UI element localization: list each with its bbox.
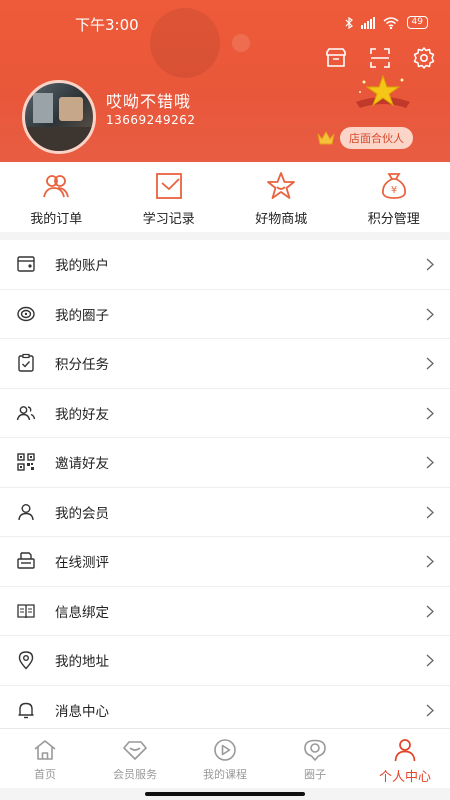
menu-item-friends[interactable]: 我的好友 xyxy=(0,389,450,438)
quick-orders[interactable]: 我的订单 xyxy=(0,162,113,232)
quick-study-record[interactable]: 学习记录 xyxy=(113,162,226,232)
menu-item-messages[interactable]: 消息中心 xyxy=(0,686,450,729)
chevron-right-icon xyxy=(426,654,434,667)
menu-label: 积分任务 xyxy=(55,357,109,374)
chevron-right-icon xyxy=(426,407,434,419)
printer-icon xyxy=(17,552,35,569)
points-icon: ¥ xyxy=(381,173,406,199)
crown-icon xyxy=(317,130,335,145)
signal-icon xyxy=(360,16,375,29)
menu-item-member[interactable]: 我的会员 xyxy=(0,488,450,537)
tab-label: 个人中心 xyxy=(378,770,431,785)
orders-icon xyxy=(43,175,70,198)
quick-actions: 我的订单 学习记录 好物商城 ¥ 积分管理 xyxy=(0,162,450,232)
play-icon xyxy=(214,739,236,761)
tab-label: 圈子 xyxy=(304,768,326,781)
status-icons: 49 xyxy=(345,16,428,29)
svg-text:¥: ¥ xyxy=(391,185,397,196)
member-icon xyxy=(18,503,34,520)
chevron-right-icon xyxy=(426,357,434,370)
bottom-tab-bar: 首页 会员服务 我的课程 圈子 个人中心 xyxy=(0,728,450,788)
friends-icon xyxy=(16,405,36,420)
tab-circle[interactable]: 圈子 xyxy=(270,729,360,788)
tab-home[interactable]: 首页 xyxy=(0,729,90,788)
tab-label: 会员服务 xyxy=(113,768,157,781)
clipboard-icon xyxy=(18,354,34,372)
diamond-icon xyxy=(123,741,147,760)
quick-points[interactable]: ¥ 积分管理 xyxy=(338,162,450,232)
settings-icon[interactable] xyxy=(412,46,436,70)
quick-mall[interactable]: 好物商城 xyxy=(225,162,338,232)
menu-list: 我的账户 我的圈子 积分任务 我的好友 邀请好友 我的会员 在线测评 信息绑定 xyxy=(0,240,450,728)
scan-icon[interactable] xyxy=(368,46,392,70)
chevron-right-icon xyxy=(426,506,434,518)
tab-member-service[interactable]: 会员服务 xyxy=(90,729,180,788)
star-badge-icon xyxy=(356,74,410,108)
qrcode-icon xyxy=(17,453,35,471)
chevron-right-icon xyxy=(426,308,434,320)
home-icon xyxy=(34,740,56,760)
menu-item-invite[interactable]: 邀请好友 xyxy=(0,438,450,488)
menu-label: 我的好友 xyxy=(55,406,109,423)
chevron-right-icon xyxy=(426,704,434,716)
menu-label: 我的会员 xyxy=(55,505,109,522)
quick-mall-label: 好物商城 xyxy=(255,212,308,227)
menu-item-circle[interactable]: 我的圈子 xyxy=(0,290,450,339)
menu-item-assessment[interactable]: 在线测评 xyxy=(0,537,450,587)
chevron-right-icon xyxy=(426,555,434,568)
partner-label: 店面合伙人 xyxy=(340,127,413,149)
study-record-icon xyxy=(155,173,182,199)
tab-label: 首页 xyxy=(34,768,56,781)
user-name: 哎呦不错哦 xyxy=(106,92,192,111)
menu-item-address[interactable]: 我的地址 xyxy=(0,636,450,686)
menu-item-info-binding[interactable]: 信息绑定 xyxy=(0,587,450,636)
menu-item-account[interactable]: 我的账户 xyxy=(0,240,450,290)
chevron-right-icon xyxy=(426,456,434,469)
profile-header: 下午3:00 49 哎呦不错哦 13669249262 店面合伙人 xyxy=(0,0,450,162)
tab-my-courses[interactable]: 我的课程 xyxy=(180,729,270,788)
menu-label: 我的地址 xyxy=(55,654,109,671)
wallet-icon xyxy=(17,256,35,272)
quick-points-label: 积分管理 xyxy=(367,212,420,227)
chevron-right-icon xyxy=(426,605,434,617)
quick-orders-label: 我的订单 xyxy=(30,212,83,227)
menu-label: 我的圈子 xyxy=(55,307,109,324)
mall-icon xyxy=(267,172,296,199)
menu-label: 消息中心 xyxy=(55,703,109,720)
chevron-right-icon xyxy=(426,258,434,271)
menu-label: 信息绑定 xyxy=(55,604,109,621)
chat-circle-icon xyxy=(304,739,326,761)
wifi-icon xyxy=(383,16,399,29)
avatar[interactable] xyxy=(22,80,96,154)
menu-label: 在线测评 xyxy=(55,555,109,572)
person-icon xyxy=(394,739,416,762)
status-bar: 下午3:00 49 xyxy=(0,0,450,40)
location-icon xyxy=(18,651,34,670)
status-time: 下午3:00 xyxy=(75,16,139,34)
book-icon xyxy=(17,604,35,618)
battery-icon: 49 xyxy=(406,16,428,29)
quick-study-record-label: 学习记录 xyxy=(142,212,195,227)
tab-label: 我的课程 xyxy=(203,768,247,781)
store-icon[interactable] xyxy=(324,46,348,70)
bell-icon xyxy=(18,702,34,718)
tab-personal-center[interactable]: 个人中心 xyxy=(360,729,450,788)
menu-label: 我的账户 xyxy=(55,258,109,275)
menu-label: 邀请好友 xyxy=(55,456,109,473)
partner-badge[interactable]: 店面合伙人 xyxy=(316,127,413,149)
user-phone: 13669249262 xyxy=(106,113,196,127)
home-indicator[interactable] xyxy=(145,792,305,796)
bluetooth-icon xyxy=(345,16,353,29)
header-actions xyxy=(324,46,436,70)
menu-item-points-task[interactable]: 积分任务 xyxy=(0,339,450,389)
circle-icon xyxy=(17,306,35,321)
